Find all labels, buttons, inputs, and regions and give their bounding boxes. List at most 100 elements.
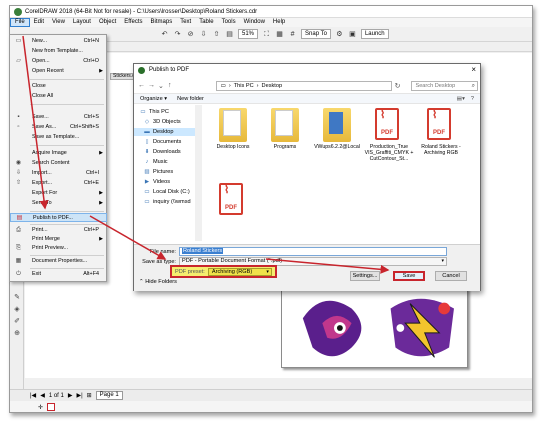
menu-item-document-properties[interactable]: ▦ Document Properties...: [10, 257, 107, 266]
menu-window[interactable]: Window: [240, 18, 269, 27]
prev-page-icon[interactable]: ◀: [40, 392, 45, 399]
redo-icon[interactable]: ↷: [173, 30, 182, 39]
menu-edit[interactable]: Edit: [30, 18, 48, 27]
menu-item-close[interactable]: Close: [10, 82, 107, 91]
pdf-preset-row: PDF preset: Archiving (RGB) ▾: [170, 265, 277, 278]
menu-text[interactable]: Text: [176, 18, 195, 27]
import-icon[interactable]: ⇩: [199, 30, 208, 39]
menu-tools[interactable]: Tools: [218, 18, 240, 27]
chevron-down-icon[interactable]: ⌄: [158, 82, 164, 90]
menu-item-new-from-template[interactable]: New from Template...: [10, 47, 107, 56]
menu-bitmaps[interactable]: Bitmaps: [147, 18, 177, 27]
fill-indicator-icon[interactable]: [47, 403, 56, 411]
breadcrumb-this-pc[interactable]: This PC: [234, 83, 254, 89]
nav-item-this-pc[interactable]: ▭ This PC: [140, 108, 169, 116]
breadcrumb[interactable]: ▭ › This PC › Desktop: [215, 80, 392, 91]
menu-layout[interactable]: Layout: [69, 18, 95, 27]
settings-icon[interactable]: ⚙: [335, 30, 344, 39]
menu-help[interactable]: Help: [269, 18, 289, 27]
menu-item-new[interactable]: ▭ New... Ctrl+N: [10, 37, 107, 46]
help-icon[interactable]: ?: [471, 96, 474, 102]
export-icon[interactable]: ⇧: [212, 30, 221, 39]
nav-item-documents[interactable]: ▯ Documents: [144, 138, 181, 146]
nav-item-videos[interactable]: ▶ Videos: [144, 178, 170, 186]
undo-icon[interactable]: ↶: [160, 30, 169, 39]
add-page-icon[interactable]: ⊞: [87, 392, 92, 399]
search-input[interactable]: Search Desktop ⌕: [411, 80, 478, 91]
breadcrumb-desktop[interactable]: Desktop: [262, 83, 283, 89]
next-page-icon[interactable]: ▶: [68, 392, 73, 399]
organize-button[interactable]: Organize ▾: [140, 96, 167, 102]
zoom-level[interactable]: 51%: [238, 29, 259, 39]
nav-item-pictures[interactable]: ▨ Pictures: [144, 168, 173, 176]
nav-item-desktop[interactable]: ▬ Desktop: [134, 128, 195, 136]
menu-item-print[interactable]: ⎙ Print... Ctrl+P: [10, 226, 107, 235]
menu-effects[interactable]: Effects: [120, 18, 146, 27]
add-tool-icon[interactable]: ⊕: [12, 329, 22, 338]
nav-item-network-drive[interactable]: ▭ inquiry (\\wmsd: [144, 198, 190, 206]
file-item[interactable]: ⌇ PDF Roland Stickers - Archiving RGB: [416, 108, 466, 156]
nav-item-3d-objects[interactable]: ◇ 3D Objects: [144, 118, 181, 126]
menu-item-print-merge[interactable]: Print Merge ▶: [10, 235, 107, 244]
menu-item-export[interactable]: ⇧ Export... Ctrl+E: [10, 179, 107, 188]
file-item[interactable]: Programs: [260, 108, 310, 150]
nav-item-downloads[interactable]: ⬇ Downloads: [144, 148, 181, 156]
menu-view[interactable]: View: [48, 18, 69, 27]
menu-item-search-content[interactable]: ◉ Search Content: [10, 159, 107, 168]
view-options-icon[interactable]: ▤▾: [457, 96, 465, 102]
refresh-icon[interactable]: ↻: [395, 82, 401, 90]
forward-arrow-icon[interactable]: →: [148, 82, 155, 89]
dialog-title: Publish to PDF: [149, 67, 190, 73]
menu-item-exit[interactable]: ⏻ Exit Alt+F4: [10, 270, 107, 279]
folder-icon: [271, 108, 299, 142]
file-name-field[interactable]: Roland Stickers: [179, 247, 447, 256]
fullscreen-icon[interactable]: ⛶: [262, 30, 271, 39]
nav-item-music[interactable]: ♪ Music: [144, 158, 168, 166]
menu-item-acquire-image[interactable]: Acquire Image ▶: [10, 149, 107, 158]
last-page-icon[interactable]: ▶|: [76, 392, 82, 399]
menu-object[interactable]: Object: [95, 18, 120, 27]
menu-table[interactable]: Table: [195, 18, 217, 27]
menu-item-save-as-template[interactable]: Save as Template...: [10, 133, 107, 142]
menu-item-save-as[interactable]: ▫ Save As... Ctrl+Shift+S: [10, 123, 107, 132]
menu-item-close-all[interactable]: Close All: [10, 92, 107, 101]
close-icon[interactable]: ×: [471, 65, 476, 74]
settings-button[interactable]: Settings...: [350, 271, 380, 281]
options-icon[interactable]: ▣: [348, 30, 357, 39]
menu-item-open[interactable]: ▱ Open... Ctrl+O: [10, 57, 107, 66]
nav-item-local-disk[interactable]: ▭ Local Disk (C:): [144, 188, 189, 196]
menu-item-open-recent[interactable]: Open Recent ▶: [10, 67, 107, 76]
menu-file[interactable]: File: [10, 18, 30, 27]
file-item[interactable]: ⌇ PDF: [208, 183, 258, 219]
eyedropper-tool-icon[interactable]: ✐: [12, 317, 22, 326]
fill-tool-icon[interactable]: ◈: [12, 305, 22, 314]
hide-folders-toggle[interactable]: ⌃ Hide Folders: [139, 279, 177, 285]
new-folder-button[interactable]: New folder: [177, 96, 204, 102]
pdf-preset-dropdown[interactable]: Archiving (RGB) ▾: [207, 267, 272, 276]
grid-icon[interactable]: #: [288, 30, 297, 39]
up-arrow-icon[interactable]: ↑: [167, 82, 173, 89]
page-tab[interactable]: Page 1: [95, 391, 123, 400]
file-item[interactable]: ⌇ PDF Production_True VIS_Graffiti_CMYK +…: [364, 108, 414, 162]
file-item[interactable]: Desktop Icons: [208, 108, 258, 150]
pen-tool-icon[interactable]: ✎: [12, 293, 22, 302]
file-item[interactable]: VWups6.2.2@Local: [312, 108, 362, 150]
rulers-icon[interactable]: ▦: [275, 30, 284, 39]
back-arrow-icon[interactable]: ←: [138, 82, 145, 89]
snap-to-dropdown[interactable]: Snap To: [301, 29, 331, 39]
menu-item-import[interactable]: ⇩ Import... Ctrl+I: [10, 169, 107, 178]
documents-icon: ▯: [145, 139, 149, 145]
cancel-button[interactable]: Cancel: [435, 271, 467, 281]
search-icon[interactable]: ⊘: [186, 30, 195, 39]
launch-dropdown[interactable]: Launch: [360, 29, 389, 39]
menu-item-publish-to-pdf[interactable]: ▤ Publish to PDF...: [10, 213, 107, 222]
menu-item-send-to[interactable]: Send To ▶: [10, 199, 107, 208]
first-page-icon[interactable]: |◀: [30, 392, 36, 399]
pdf-icon[interactable]: ▤: [225, 30, 234, 39]
menu-item-print-preview[interactable]: ⎘ Print Preview...: [10, 244, 107, 253]
nav-scrollbar[interactable]: [195, 105, 202, 241]
menu-item-export-for[interactable]: Export For ▶: [10, 189, 107, 198]
save-button[interactable]: Save: [393, 271, 425, 281]
menu-item-save[interactable]: ▪ Save... Ctrl+S: [10, 113, 107, 122]
print-preview-icon: ⎘: [16, 245, 21, 251]
